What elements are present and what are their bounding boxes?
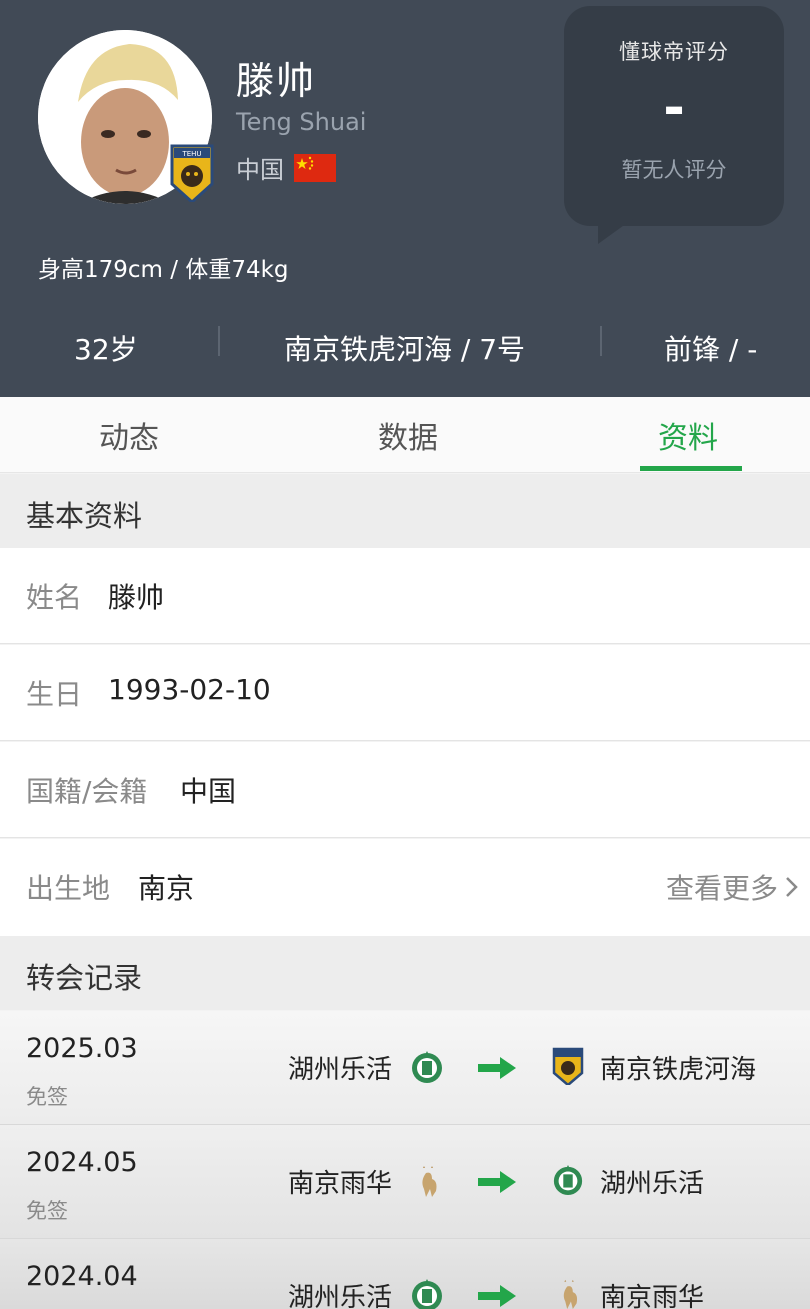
transfer-row[interactable]: 2024.05 免签 南京雨华 湖州乐活 xyxy=(0,1125,810,1239)
transfer-type: 免签 xyxy=(26,1085,68,1109)
rating-bubble-tail xyxy=(598,218,634,244)
huzhou-club-logo-icon xyxy=(412,1051,442,1083)
info-row-nationality: 国籍/会籍 中国 xyxy=(0,742,810,838)
section-title: 转会记录 xyxy=(26,961,143,995)
player-nationality: 中国 xyxy=(236,150,336,185)
view-more-link[interactable]: 查看更多 xyxy=(666,867,800,907)
height-weight: 身高179cm / 体重74kg xyxy=(38,257,289,283)
nationality-label: 中国 xyxy=(236,156,284,184)
huzhou-club-logo-icon xyxy=(553,1164,583,1196)
arrow-right-icon xyxy=(478,1285,516,1307)
transfer-row[interactable]: 2024.04 湖州乐活 南京雨华 xyxy=(0,1239,810,1309)
player-age: 32岁 xyxy=(74,333,138,366)
transfer-type: 免签 xyxy=(26,1199,68,1223)
rating-card[interactable]: 懂球帝评分 - 暂无人评分 xyxy=(564,6,784,226)
info-row-birthday: 生日 1993-02-10 xyxy=(0,645,810,741)
profile-tabs: 动态 数据 资料 xyxy=(0,397,810,473)
info-value: 1993-02-10 xyxy=(108,673,271,706)
transfer-date: 2024.04 xyxy=(26,1261,138,1292)
info-label: 生日 xyxy=(26,678,83,711)
transfer-date: 2024.05 xyxy=(26,1147,138,1178)
stat-divider xyxy=(218,326,220,356)
nanjing-yuhua-club-logo-icon xyxy=(563,1279,578,1309)
tab-profile[interactable]: 资料 xyxy=(658,413,718,457)
huzhou-club-logo-icon xyxy=(412,1279,442,1309)
info-value: 滕帅 xyxy=(108,581,165,614)
player-header: TEHU 滕帅 Teng Shuai 中国 懂球帝评分 - 暂无人评分 身高17… xyxy=(0,0,810,397)
arrow-right-icon xyxy=(478,1171,516,1193)
nanjing-yuhua-club-logo-icon xyxy=(422,1166,437,1197)
info-row-birthplace: 出生地 南京 查看更多 xyxy=(0,839,810,936)
player-name: 滕帅 xyxy=(236,59,317,103)
transfer-to-club: 南京铁虎河海 xyxy=(600,1055,757,1085)
transfer-date: 2025.03 xyxy=(26,1033,138,1064)
info-label: 出生地 xyxy=(26,872,111,905)
rating-value: - xyxy=(663,78,685,138)
section-title: 基本资料 xyxy=(26,499,143,533)
china-flag-icon xyxy=(294,153,336,182)
section-header-transfers: 转会记录 xyxy=(0,936,810,1010)
section-header-basic-info: 基本资料 xyxy=(0,474,810,548)
club-badge-icon: TEHU xyxy=(170,144,214,202)
rating-title: 懂球帝评分 xyxy=(619,40,729,64)
tab-stats[interactable]: 数据 xyxy=(378,413,438,457)
info-row-name: 姓名 滕帅 xyxy=(0,548,810,644)
stat-divider xyxy=(600,326,602,356)
rating-subtitle: 暂无人评分 xyxy=(621,158,727,182)
active-tab-indicator xyxy=(640,466,742,471)
info-label: 姓名 xyxy=(26,581,83,614)
view-more-label: 查看更多 xyxy=(665,872,778,905)
arrow-right-icon xyxy=(478,1057,516,1079)
transfer-to-club: 湖州乐活 xyxy=(600,1169,705,1199)
transfer-row[interactable]: 2025.03 免签 湖州乐活 南京铁虎河海 xyxy=(0,1011,810,1125)
info-value: 南京 xyxy=(138,872,195,905)
transfer-from-club: 南京雨华 xyxy=(288,1169,393,1199)
transfer-from-club: 湖州乐活 xyxy=(288,1283,393,1309)
player-position: 前锋 / - xyxy=(664,333,758,366)
transfer-from-club: 湖州乐活 xyxy=(288,1055,393,1085)
transfer-to-club: 南京雨华 xyxy=(600,1283,705,1309)
nanjing-tiehu-club-logo-icon xyxy=(552,1047,584,1085)
svg-text:TEHU: TEHU xyxy=(181,150,201,158)
tab-news[interactable]: 动态 xyxy=(99,413,159,457)
info-value: 中国 xyxy=(180,775,237,808)
player-club-number[interactable]: 南京铁虎河海 / 7号 xyxy=(284,328,525,368)
info-label: 国籍/会籍 xyxy=(26,775,148,808)
chevron-right-icon xyxy=(786,877,798,897)
player-name-english: Teng Shuai xyxy=(236,108,367,136)
